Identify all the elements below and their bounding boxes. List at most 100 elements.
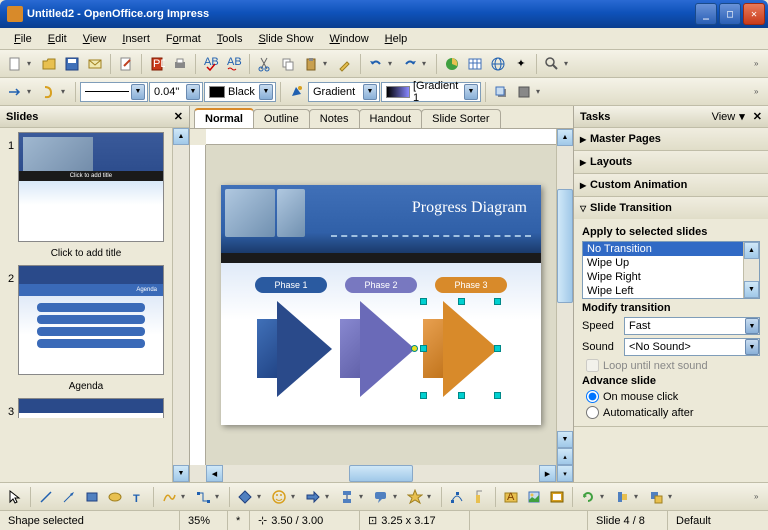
- undo-button[interactable]: [365, 53, 387, 75]
- hyperlink-button[interactable]: [487, 53, 509, 75]
- slide-thumbnail[interactable]: Click to add title: [18, 132, 164, 242]
- canvas-h-scrollbar[interactable]: ◀ ▶: [190, 465, 556, 482]
- window-maximize-button[interactable]: □: [719, 3, 741, 25]
- speed-select[interactable]: Fast▼: [624, 317, 760, 335]
- tasks-panel-close-icon[interactable]: ✕: [753, 110, 762, 123]
- scroll-up-button[interactable]: ▲: [557, 129, 573, 146]
- menu-slide-show[interactable]: Slide Show: [250, 31, 321, 47]
- connector-tool[interactable]: [192, 486, 214, 508]
- tab-slide-sorter[interactable]: Slide Sorter: [421, 109, 500, 128]
- fill-name-combo[interactable]: [Gradient 1▼: [381, 82, 481, 102]
- copy-button[interactable]: [277, 53, 299, 75]
- fill-type-combo[interactable]: Gradient▼: [308, 82, 380, 102]
- tab-outline[interactable]: Outline: [253, 109, 310, 128]
- cut-button[interactable]: [254, 53, 276, 75]
- toolbar-overflow[interactable]: »: [754, 492, 764, 501]
- next-slide-button[interactable]: ▾: [557, 465, 573, 482]
- tasks-view-link[interactable]: View: [712, 111, 736, 123]
- task-slide-transition[interactable]: ▽Slide Transition: [574, 197, 768, 219]
- points-tool[interactable]: [446, 486, 468, 508]
- list-item[interactable]: Wipe Left: [583, 284, 743, 298]
- scroll-down-button[interactable]: ▼: [173, 465, 189, 482]
- tab-handout[interactable]: Handout: [359, 109, 423, 128]
- new-dropdown[interactable]: ▾: [27, 59, 37, 68]
- shadow-button[interactable]: [490, 81, 512, 103]
- prev-slide-button[interactable]: ▴: [557, 448, 573, 465]
- menu-file[interactable]: File: [6, 31, 40, 47]
- from-file-tool[interactable]: [523, 486, 545, 508]
- slide-thumbnail[interactable]: [18, 398, 164, 418]
- undo-dropdown[interactable]: ▾: [388, 59, 398, 68]
- on-click-radio[interactable]: On mouse click: [586, 390, 760, 403]
- open-button[interactable]: [38, 53, 60, 75]
- new-button[interactable]: [4, 53, 26, 75]
- flowchart-tool[interactable]: [336, 486, 358, 508]
- arrow-shape-selected[interactable]: [423, 301, 498, 396]
- menu-format[interactable]: Format: [158, 31, 209, 47]
- glue-points-tool[interactable]: [469, 486, 491, 508]
- arrange-tool[interactable]: [645, 486, 667, 508]
- auto-after-radio[interactable]: Automatically after: [586, 406, 760, 419]
- spellcheck-button[interactable]: ABC: [200, 53, 222, 75]
- line-style-button[interactable]: [38, 81, 60, 103]
- window-close-button[interactable]: ✕: [743, 3, 765, 25]
- callouts-tool[interactable]: [370, 486, 392, 508]
- canvas-v-scrollbar[interactable]: ▲ ▼ ▴ ▾: [556, 129, 573, 482]
- sound-select[interactable]: <No Sound>▼: [624, 338, 760, 356]
- line-color-combo[interactable]: Black▼: [204, 82, 276, 102]
- slides-scrollbar[interactable]: ▲ ▼: [172, 128, 189, 482]
- arrow-style-button[interactable]: [4, 81, 26, 103]
- ellipse-tool[interactable]: [104, 486, 126, 508]
- tab-normal[interactable]: Normal: [194, 108, 254, 128]
- pdf-button[interactable]: PDF: [146, 53, 168, 75]
- slide-canvas[interactable]: Progress Diagram Phase 1 Phase 2 Phase 3: [206, 145, 556, 465]
- curve-tool[interactable]: [158, 486, 180, 508]
- select-tool[interactable]: [4, 486, 26, 508]
- symbol-shapes-tool[interactable]: [268, 486, 290, 508]
- scroll-left-button[interactable]: ◀: [206, 465, 223, 482]
- zoom-dropdown[interactable]: ▾: [564, 59, 574, 68]
- navigator-button[interactable]: ✦: [510, 53, 532, 75]
- redo-button[interactable]: [399, 53, 421, 75]
- stars-tool[interactable]: [404, 486, 426, 508]
- alignment-tool[interactable]: [611, 486, 633, 508]
- task-layouts[interactable]: ▶Layouts: [574, 151, 768, 173]
- menu-insert[interactable]: Insert: [114, 31, 158, 47]
- format-paintbrush-button[interactable]: [334, 53, 356, 75]
- zoom-button[interactable]: [541, 53, 563, 75]
- menu-window[interactable]: Window: [322, 31, 377, 47]
- save-button[interactable]: [61, 53, 83, 75]
- slides-panel-close-icon[interactable]: ✕: [174, 110, 183, 123]
- menu-edit[interactable]: Edit: [40, 31, 75, 47]
- transition-list[interactable]: No Transition Wipe Up Wipe Right Wipe Le…: [582, 241, 760, 299]
- arrow-shape[interactable]: [257, 301, 332, 396]
- rotate-tool[interactable]: [577, 486, 599, 508]
- scroll-right-button[interactable]: ▶: [539, 465, 556, 482]
- block-arrows-tool[interactable]: [302, 486, 324, 508]
- line-width-combo[interactable]: 0.04"▼: [149, 82, 203, 102]
- toolbar-overflow[interactable]: »: [754, 87, 764, 96]
- task-custom-animation[interactable]: ▶Custom Animation: [574, 174, 768, 196]
- basic-shapes-tool[interactable]: [234, 486, 256, 508]
- menu-help[interactable]: Help: [377, 31, 416, 47]
- task-master-pages[interactable]: ▶Master Pages: [574, 128, 768, 150]
- window-minimize-button[interactable]: _: [695, 3, 717, 25]
- line-style-combo[interactable]: ▼: [80, 82, 148, 102]
- status-zoom[interactable]: 35%: [180, 511, 228, 530]
- table-button[interactable]: [464, 53, 486, 75]
- scroll-down-button[interactable]: ▼: [557, 431, 573, 448]
- list-item[interactable]: No Transition: [583, 242, 743, 256]
- line-tool[interactable]: [35, 486, 57, 508]
- menu-view[interactable]: View: [75, 31, 115, 47]
- arrow-shape[interactable]: [340, 301, 415, 396]
- slide-thumbnail[interactable]: Agenda: [18, 265, 164, 375]
- tab-notes[interactable]: Notes: [309, 109, 360, 128]
- paste-button[interactable]: [300, 53, 322, 75]
- arrow-line-tool[interactable]: [58, 486, 80, 508]
- fontwork-tool[interactable]: A: [500, 486, 522, 508]
- paste-dropdown[interactable]: ▾: [323, 59, 333, 68]
- redo-dropdown[interactable]: ▾: [422, 59, 432, 68]
- print-button[interactable]: [169, 53, 191, 75]
- filter-button[interactable]: [513, 81, 535, 103]
- menu-tools[interactable]: Tools: [209, 31, 251, 47]
